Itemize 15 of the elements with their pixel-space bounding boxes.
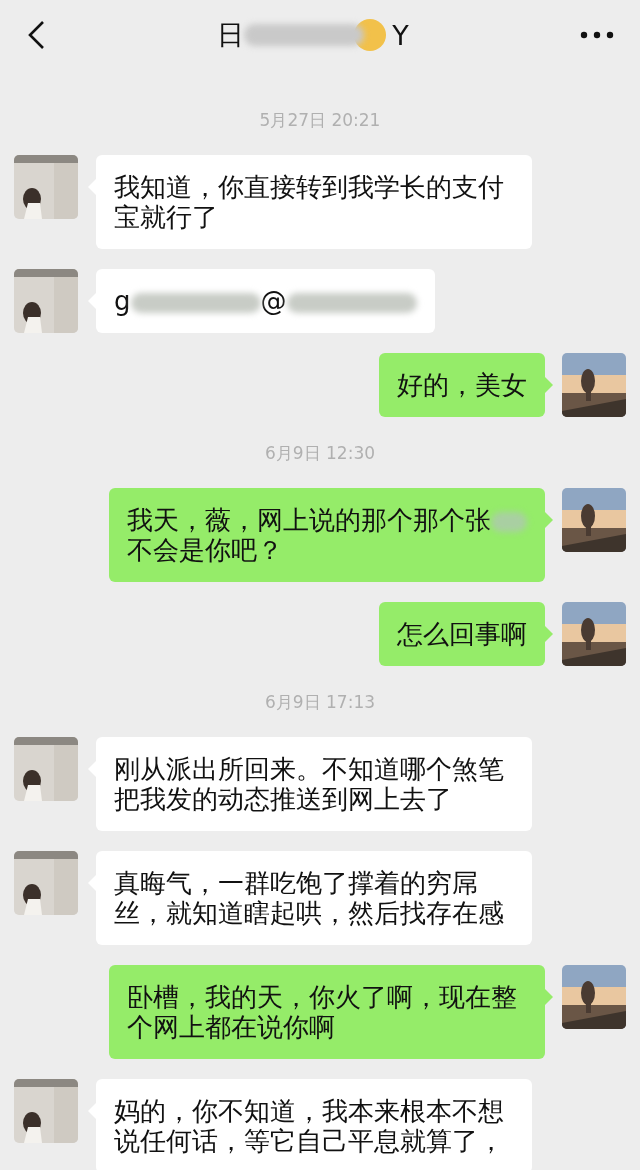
- message-bubble: 我知道，你直接转到我学长的支付宝就行了: [96, 155, 532, 249]
- chat-title: 日 Y: [217, 18, 409, 53]
- message-bubble: 刚从派出所回来。不知道哪个煞笔把我发的动态推送到网上去了: [96, 737, 532, 831]
- timestamp: 6月9日 17:13: [265, 692, 375, 712]
- timestamp: 6月9日 12:30: [265, 443, 375, 463]
- message-bubble: 卧槽，我的天，你火了啊，现在整个网上都在说你啊: [109, 965, 545, 1059]
- message-bubble: 怎么回事啊: [379, 602, 545, 666]
- message-bubble: g @: [96, 269, 435, 333]
- message-bubble: 真晦气，一群吃饱了撑着的穷屌丝，就知道瞎起哄，然后找存在感: [96, 851, 532, 945]
- message-bubble: 我天，薇，网上说的那个那个张 不会是你吧？: [109, 488, 545, 582]
- more-icon[interactable]: [580, 30, 614, 40]
- timestamp: 5月27日 20:21: [259, 110, 381, 130]
- back-icon[interactable]: [26, 20, 46, 50]
- message-bubble: 好的，美女: [379, 353, 545, 417]
- message-bubble: 妈的，你不知道，我本来根本不想说任何话，等它自己平息就算了，: [96, 1079, 532, 1170]
